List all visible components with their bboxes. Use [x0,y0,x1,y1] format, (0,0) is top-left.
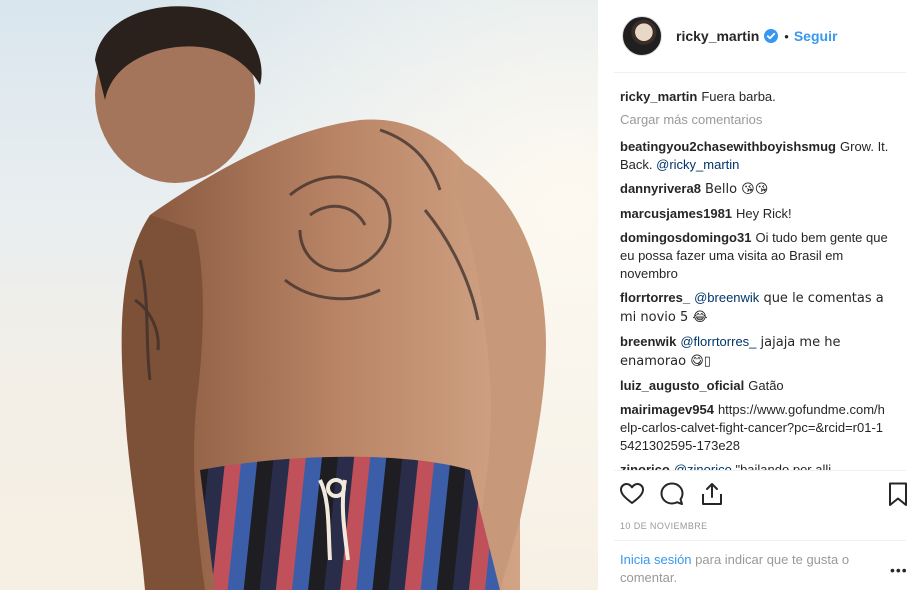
comment-item: domingosdomingo31 Oi tudo bem gente que e… [620,229,890,283]
divider [614,72,906,73]
verified-badge-icon [764,29,779,43]
caption-username[interactable]: ricky_martin [620,89,697,104]
username[interactable]: ricky_martin [676,28,759,44]
follow-button[interactable]: Seguir [794,28,838,44]
heart-icon[interactable] [618,480,646,508]
comment-mention[interactable]: @florrtorres_ [680,334,756,349]
post-actions [618,478,914,508]
comment-text: Bello 😘😘 [704,182,769,197]
share-icon[interactable] [698,480,726,508]
comment-username[interactable]: luiz_augusto_oficial [620,378,744,393]
comment-username[interactable]: domingosdomingo31 [620,230,751,245]
comments-list[interactable]: ricky_martin Fuera barba. Cargar más come… [620,88,890,470]
comment-username[interactable]: florrtorres_ [620,290,690,305]
post-panel: ricky_martin • Seguir ricky_martin Fuera … [598,0,916,590]
comment-text: Hey Rick! [736,206,792,221]
comment-icon[interactable] [658,480,686,508]
comment-mention[interactable]: @breenwik [694,290,759,305]
avatar[interactable] [622,16,662,56]
comment-mention[interactable]: @zinorico [674,462,732,470]
caption-text: Fuera barba. [701,89,776,104]
comment-item: luiz_augusto_oficial Gatão [620,377,890,395]
post-header: ricky_martin • Seguir [598,0,916,72]
comment-item: beatingyou2chasewithboyishsmug Grow. It. … [620,138,890,174]
comment-username[interactable]: dannyrivera8 [620,181,701,196]
comment-username[interactable]: zinorico [620,462,670,470]
post-photo[interactable] [0,0,598,590]
comment-item: zinorico @zinorico "bailando por alli, [620,461,890,470]
post-image [0,0,598,590]
divider [614,540,906,541]
divider [614,470,906,471]
comment-username[interactable]: breenwik [620,334,676,349]
login-link[interactable]: Inicia sesión [620,552,692,567]
login-prompt: Inicia sesión para indicar que te gusta … [620,551,870,587]
comment-username[interactable]: mairimagev954 [620,402,714,417]
comment-username[interactable]: beatingyou2chasewithboyishsmug [620,139,836,154]
comment-mention[interactable]: @ricky_martin [656,157,739,172]
comment-text: Gatão [748,378,784,393]
comment-item: dannyrivera8 Bello 😘😘 [620,180,890,199]
bookmark-icon[interactable] [884,480,912,508]
comment-item: florrtorres_ @breenwik que le comentas a … [620,289,890,327]
post-date[interactable]: 10 DE NOVIEMBRE [620,521,708,531]
separator-dot: • [784,28,789,44]
caption: ricky_martin Fuera barba. [620,88,890,106]
comment-item: breenwik @florrtorres_ jajaja me he enamo… [620,333,890,371]
load-more-comments-button[interactable]: Cargar más comentarios [620,111,890,129]
comment-item: marcusjames1981 Hey Rick! [620,205,890,223]
comment-text: "bailando por alli, [731,462,835,470]
comment-username[interactable]: marcusjames1981 [620,206,732,221]
comment-item: mairimagev954 https://www.gofundme.com/he… [620,401,890,455]
more-options-button[interactable]: ••• [890,562,908,578]
